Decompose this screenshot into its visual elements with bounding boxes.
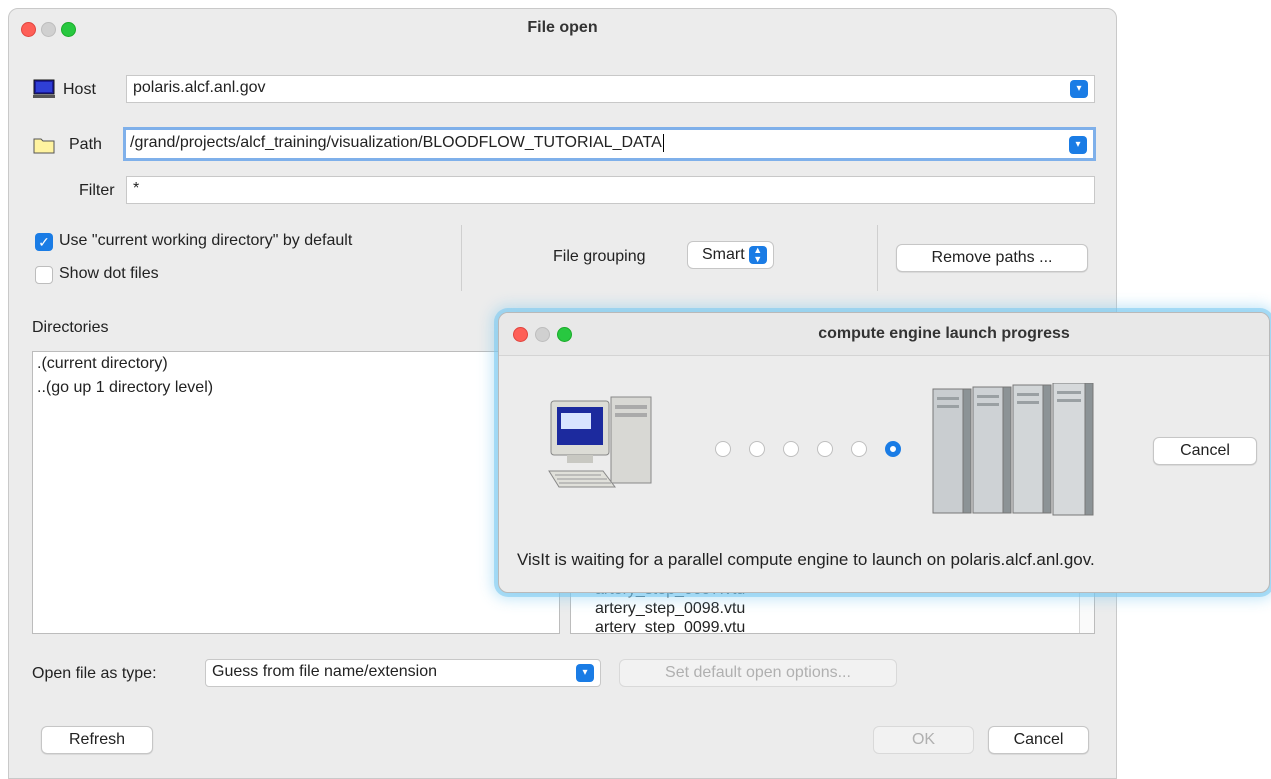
- text-cursor: [662, 134, 664, 152]
- open-as-value: Guess from file name/extension: [212, 663, 437, 680]
- path-label: Path: [69, 136, 102, 153]
- divider: [461, 225, 462, 291]
- divider: [877, 225, 878, 291]
- chevron-down-icon[interactable]: ▾: [1070, 80, 1088, 98]
- folder-icon: [33, 136, 55, 154]
- cancel-button[interactable]: Cancel: [988, 726, 1089, 754]
- path-value: /grand/projects/alcf_training/visualizat…: [130, 134, 662, 152]
- progress-step-2: [749, 441, 765, 457]
- dialog-title-bar: compute engine launch progress: [499, 313, 1269, 356]
- title-bar: File open: [9, 9, 1116, 49]
- file-grouping-select[interactable]: Smart ▲ ▼: [687, 241, 774, 269]
- zoom-window-button[interactable]: [557, 327, 572, 342]
- refresh-button[interactable]: Refresh: [41, 726, 153, 754]
- file-grouping-label: File grouping: [553, 248, 646, 265]
- stepper-icon: ▲ ▼: [748, 245, 767, 264]
- progress-step-4: [817, 441, 833, 457]
- chevron-down-icon[interactable]: ▾: [576, 664, 594, 682]
- minimize-window-button[interactable]: [535, 327, 550, 342]
- set-default-options-button[interactable]: Set default open options...: [619, 659, 897, 687]
- dialog-title: compute engine launch progress: [818, 325, 1070, 342]
- list-item[interactable]: .(current directory): [33, 352, 559, 376]
- file-grouping-value: Smart: [702, 246, 745, 263]
- use-cwd-checkbox[interactable]: ✓: [35, 233, 53, 251]
- list-item[interactable]: artery_step_0098.vtu: [591, 599, 745, 618]
- show-dot-files-label: Show dot files: [59, 265, 159, 282]
- host-field[interactable]: polaris.alcf.anl.gov ▾: [126, 75, 1095, 103]
- directories-list[interactable]: .(current directory) ..(go up 1 director…: [32, 351, 560, 634]
- chevron-down-icon[interactable]: ▾: [1069, 136, 1087, 154]
- host-label: Host: [63, 81, 96, 98]
- close-window-button[interactable]: [513, 327, 528, 342]
- server-rack-icon: [929, 382, 1097, 523]
- directories-label: Directories: [32, 319, 109, 336]
- filter-field[interactable]: *: [126, 176, 1095, 204]
- host-value: polaris.alcf.anl.gov: [133, 79, 266, 96]
- progress-step-6: [885, 441, 901, 457]
- open-as-label: Open file as type:: [32, 665, 157, 682]
- ok-button[interactable]: OK: [873, 726, 974, 754]
- window-title: File open: [527, 19, 598, 36]
- show-dot-files-checkbox[interactable]: [35, 266, 53, 284]
- cancel-launch-button[interactable]: Cancel: [1153, 437, 1257, 465]
- progress-step-5: [851, 441, 867, 457]
- progress-step-3: [783, 441, 799, 457]
- filter-value: *: [133, 180, 140, 197]
- open-as-select[interactable]: Guess from file name/extension ▾: [205, 659, 601, 687]
- filter-label: Filter: [79, 182, 115, 199]
- list-item[interactable]: artery_step_0099.vtu: [591, 618, 745, 633]
- progress-step-1: [715, 441, 731, 457]
- use-cwd-label: Use "current working directory" by defau…: [59, 232, 353, 249]
- workstation-icon: [547, 391, 657, 503]
- list-item[interactable]: ..(go up 1 directory level): [33, 376, 559, 400]
- launch-progress-dialog: compute engine launch progress Cancel Vi…: [498, 312, 1270, 593]
- computer-icon: [33, 79, 55, 99]
- path-field[interactable]: /grand/projects/alcf_training/visualizat…: [123, 127, 1096, 161]
- launch-status-text: VisIt is waiting for a parallel compute …: [517, 550, 1095, 569]
- remove-paths-button[interactable]: Remove paths ...: [896, 244, 1088, 272]
